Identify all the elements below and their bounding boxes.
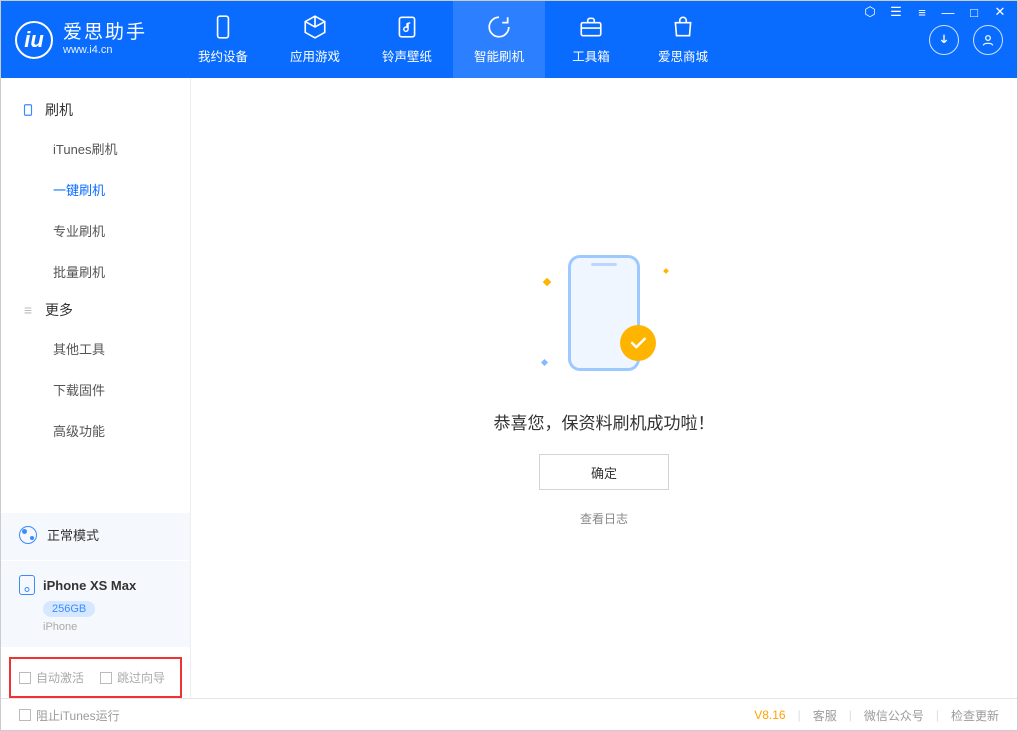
phone-icon bbox=[210, 14, 236, 40]
sidebar-item-batch[interactable]: 批量刷机 bbox=[1, 251, 190, 292]
toolbox-icon bbox=[578, 14, 604, 40]
device-name: iPhone XS Max bbox=[43, 578, 136, 593]
view-log-link[interactable]: 查看日志 bbox=[580, 510, 628, 527]
sidebar-section-flash: 刷机 bbox=[1, 92, 190, 128]
block-itunes-checkbox[interactable]: 阻止iTunes运行 bbox=[19, 707, 120, 724]
wechat-link[interactable]: 微信公众号 bbox=[864, 707, 924, 724]
nav-tabs: 我约设备 应用游戏 铃声壁纸 智能刷机 工具箱 爱思商城 bbox=[177, 1, 729, 78]
close-button[interactable]: ✕ bbox=[992, 4, 1008, 20]
logo-icon: iu bbox=[15, 21, 53, 59]
sidebar-item-advanced[interactable]: 高级功能 bbox=[1, 410, 190, 451]
tab-device[interactable]: 我约设备 bbox=[177, 1, 269, 78]
checkbox-label: 自动激活 bbox=[36, 669, 84, 686]
tab-flash[interactable]: 智能刷机 bbox=[453, 1, 545, 78]
window-controls: ⬡ ☰ ≡ — □ ✕ bbox=[862, 4, 1008, 20]
checkbox-label: 阻止iTunes运行 bbox=[36, 707, 120, 724]
tab-store[interactable]: 爱思商城 bbox=[637, 1, 729, 78]
tab-label: 智能刷机 bbox=[474, 46, 524, 65]
maximize-button[interactable]: □ bbox=[966, 4, 982, 20]
sidebar-section-more: ≡ 更多 bbox=[1, 292, 190, 328]
menu-icon: ≡ bbox=[21, 303, 35, 317]
main-content: 恭喜您，保资料刷机成功啦！ 确定 查看日志 bbox=[191, 78, 1017, 698]
section-title: 更多 bbox=[45, 300, 73, 320]
device-type: iPhone bbox=[43, 621, 172, 633]
shirt-icon[interactable]: ⬡ bbox=[862, 4, 878, 20]
sidebar-item-other[interactable]: 其他工具 bbox=[1, 328, 190, 369]
tab-label: 我约设备 bbox=[198, 46, 248, 65]
tab-label: 应用游戏 bbox=[290, 46, 340, 65]
skip-guide-checkbox[interactable]: 跳过向导 bbox=[100, 669, 165, 686]
app-title: 爱思助手 bbox=[63, 22, 147, 44]
success-illustration bbox=[534, 249, 674, 389]
sidebar-item-pro[interactable]: 专业刷机 bbox=[1, 210, 190, 251]
checkbox-label: 跳过向导 bbox=[117, 669, 165, 686]
confirm-button[interactable]: 确定 bbox=[539, 454, 669, 490]
auto-activate-checkbox[interactable]: 自动激活 bbox=[19, 669, 84, 686]
success-message: 恭喜您，保资料刷机成功啦！ bbox=[494, 409, 715, 434]
mode-label: 正常模式 bbox=[47, 525, 99, 544]
tab-toolbox[interactable]: 工具箱 bbox=[545, 1, 637, 78]
music-icon bbox=[394, 14, 420, 40]
app-subtitle: www.i4.cn bbox=[63, 44, 147, 57]
phone-outline-icon bbox=[19, 575, 35, 595]
support-link[interactable]: 客服 bbox=[813, 707, 837, 724]
tab-label: 爱思商城 bbox=[658, 46, 708, 65]
minimize-button[interactable]: — bbox=[940, 4, 956, 20]
section-title: 刷机 bbox=[45, 100, 73, 120]
option-highlight-box: 自动激活 跳过向导 bbox=[9, 657, 182, 698]
refresh-icon bbox=[486, 14, 512, 40]
app-logo: iu 爱思助手 www.i4.cn bbox=[15, 21, 147, 59]
tab-apps[interactable]: 应用游戏 bbox=[269, 1, 361, 78]
user-button[interactable] bbox=[973, 25, 1003, 55]
sidebar-item-itunes[interactable]: iTunes刷机 bbox=[1, 128, 190, 169]
bag-icon bbox=[670, 14, 696, 40]
check-badge-icon bbox=[620, 325, 656, 361]
footer: 阻止iTunes运行 V8.16 | 客服 | 微信公众号 | 检查更新 bbox=[1, 698, 1017, 731]
sidebar: 刷机 iTunes刷机 一键刷机 专业刷机 批量刷机 ≡ 更多 其他工具 下载固… bbox=[1, 78, 191, 698]
update-link[interactable]: 检查更新 bbox=[951, 707, 999, 724]
tab-label: 铃声壁纸 bbox=[382, 46, 432, 65]
version-label: V8.16 bbox=[754, 708, 785, 722]
device-icon bbox=[21, 103, 35, 117]
device-info-box[interactable]: iPhone XS Max 256GB iPhone bbox=[1, 560, 190, 647]
list-icon[interactable]: ☰ bbox=[888, 4, 904, 20]
cube-icon bbox=[302, 14, 328, 40]
device-mode-box[interactable]: 正常模式 bbox=[1, 513, 190, 560]
download-button[interactable] bbox=[929, 25, 959, 55]
tab-label: 工具箱 bbox=[572, 46, 610, 65]
sidebar-item-firmware[interactable]: 下载固件 bbox=[1, 369, 190, 410]
sidebar-item-oneclick[interactable]: 一键刷机 bbox=[1, 169, 190, 210]
tab-ringtones[interactable]: 铃声壁纸 bbox=[361, 1, 453, 78]
options-icon[interactable]: ≡ bbox=[914, 4, 930, 20]
device-capacity: 256GB bbox=[43, 601, 95, 617]
mode-icon bbox=[19, 526, 37, 544]
